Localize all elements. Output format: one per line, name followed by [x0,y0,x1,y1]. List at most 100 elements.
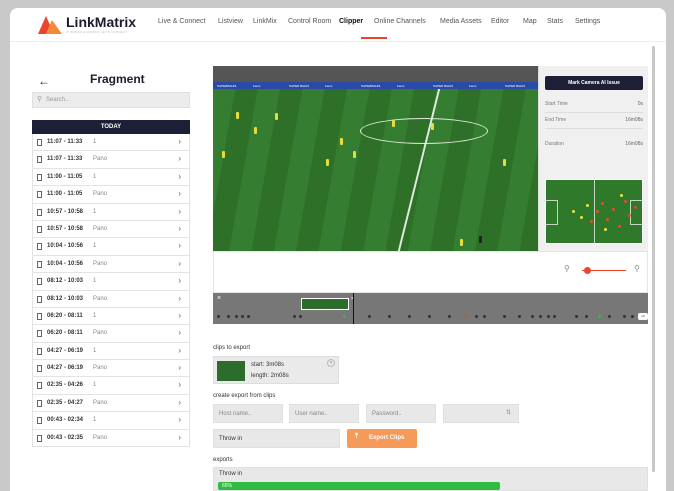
zoom-out-icon[interactable]: ⚲ [564,264,570,273]
player-marker [580,216,583,219]
nav-stats[interactable]: Stats [547,18,563,25]
player [503,159,506,166]
host-name-input[interactable]: Host name.. [213,404,283,423]
fragment-list-item[interactable]: 11:07 - 11:33 1 › [32,134,190,152]
document-icon [37,191,42,199]
chevron-right-icon: › [178,206,181,216]
fragment-list-item[interactable]: 02:35 - 04:27 Pano › [32,394,190,413]
document-icon [37,382,42,390]
close-icon[interactable]: × [217,295,221,302]
pitch-minimap [545,179,643,244]
player [431,123,434,130]
nav-online-channels[interactable]: Online Channels [374,18,426,25]
player [236,112,239,119]
player-marker [618,225,621,228]
start-time-value: 0s [637,101,643,107]
password-input[interactable]: Password.. [366,404,436,423]
fragment-time: 02:35 - 04:27 [47,399,84,406]
top-navbar: LinkMatrix IT WORKS & WORKS, LET'S CONNE… [10,8,666,42]
arrow-left-icon[interactable]: ← [38,74,50,88]
export-progress-bar: 65% [218,482,501,490]
end-time-row: End Time 16m08s [545,117,643,123]
fragment-label: 1 [93,173,97,180]
search-icon: ⚲ [37,96,43,103]
chevron-right-icon: › [178,432,181,442]
nav-clipper[interactable]: Clipper [339,18,363,25]
event-marker [428,315,431,318]
upload-icon: ⤒ [355,433,359,440]
fragment-list-item[interactable]: 11:07 - 11:33 Pano › [32,151,190,169]
fragment-list-item[interactable]: 10:57 - 10:58 Pano › [32,220,190,239]
clip-start: start: 3m08s [251,362,285,368]
fragment-list-item[interactable]: 04:27 - 06:19 1 › [32,342,190,361]
nav-editor[interactable]: Editor [491,18,509,25]
nav-linkmix[interactable]: LinkMix [253,18,277,25]
football-pitch [213,89,538,251]
mark-camera-ai-issue-button[interactable]: Mark Camera AI Issue [545,76,643,90]
nav-listview[interactable]: Listview [218,18,243,25]
player [340,138,343,145]
fragment-list-item[interactable]: 10:57 - 10:58 1 › [32,203,190,221]
scrollbar[interactable] [652,46,655,472]
fragment-list-item[interactable]: 04:27 - 06:19 Pano › [32,360,190,378]
event-marker [575,315,578,318]
document-icon [37,365,42,373]
fragment-time: 10:04 - 10:56 [47,260,84,267]
fragment-list-item[interactable]: 08:12 - 10:03 Pano › [32,290,190,308]
export-name-input[interactable]: Throw in [213,429,340,448]
event-marker [631,315,634,318]
fragment-list-item[interactable]: 06:20 - 08:11 1 › [32,307,190,326]
export-clips-button[interactable]: ⤒ Export Clips [347,429,417,448]
fragment-list-item[interactable]: 11:00 - 11:05 Pano › [32,186,190,204]
clip-card[interactable]: start: 3m08s length: 2m08s × [213,356,339,384]
fragment-list-item[interactable]: 08:12 - 10:03 1 › [32,273,190,291]
app-window: LinkMatrix IT WORKS & WORKS, LET'S CONNE… [10,8,666,491]
fragment-time: 11:07 - 11:33 [47,139,83,145]
event-marker [448,315,451,318]
timeline-clip-thumbnail[interactable] [301,298,349,310]
fragment-list-item[interactable]: 02:35 - 04:26 1 › [32,377,190,395]
nav-map[interactable]: Map [523,18,537,25]
fragment-list-item[interactable]: 10:04 - 10:56 Pano › [32,255,190,274]
document-icon [37,434,42,442]
fragment-time: 11:00 - 11:05 [47,173,83,180]
nav-settings[interactable]: Settings [575,18,600,25]
fragment-label: Pano [93,399,108,406]
fragment-label: 1 [93,347,97,354]
player-marker [634,206,637,209]
zoom-slider-handle[interactable] [584,267,591,274]
chevron-right-icon: › [178,380,181,390]
chevron-right-icon: › [178,363,181,373]
select-arrows-icon: ⇅ [505,410,511,416]
fragment-list-item[interactable]: 06:20 - 08:11 Pano › [32,325,190,343]
fragment-list-item[interactable]: 10:04 - 10:56 1 › [32,238,190,256]
user-name-input[interactable]: User name.. [289,404,359,423]
timeline-tag: x0 [638,313,648,320]
logo-icon [38,16,62,34]
document-icon [37,243,42,251]
search-input[interactable]: ⚲ Search... [32,92,190,108]
target-select[interactable]: ⇅ [443,404,519,423]
player-marker [596,210,599,213]
clip-timeline[interactable]: × × x0 [213,293,648,324]
minimap-left-box [546,200,558,225]
fragment-label: Pano [93,260,108,267]
ad-board-text: SUPERBAHIS [361,84,381,88]
close-icon[interactable]: × [327,359,335,367]
document-icon [37,347,42,355]
nav-control-room[interactable]: Control Room [288,18,331,25]
divider [545,128,643,129]
chevron-right-icon: › [178,345,181,355]
playhead[interactable] [353,293,354,324]
player-marker [612,208,615,211]
nav-live-connect[interactable]: Live & Connect [158,18,205,25]
fragment-list-item[interactable]: 11:00 - 11:05 1 › [32,168,190,187]
fragment-list-item[interactable]: 00:43 - 02:34 1 › [32,412,190,430]
fragment-label: 1 [93,417,97,424]
zoom-in-icon[interactable]: ⚲ [634,264,640,273]
nav-media-assets[interactable]: Media Assets [440,18,482,25]
fragment-list-item[interactable]: 00:43 - 02:35 Pano › [32,429,190,448]
ad-board-text: Fenix [325,84,333,88]
ad-board-text: SUPER BAHIS [433,84,454,88]
video-player[interactable]: SUPERBAHIS Fenix SUPER BAHIS Fenix SUPERBAHI… [213,66,538,251]
